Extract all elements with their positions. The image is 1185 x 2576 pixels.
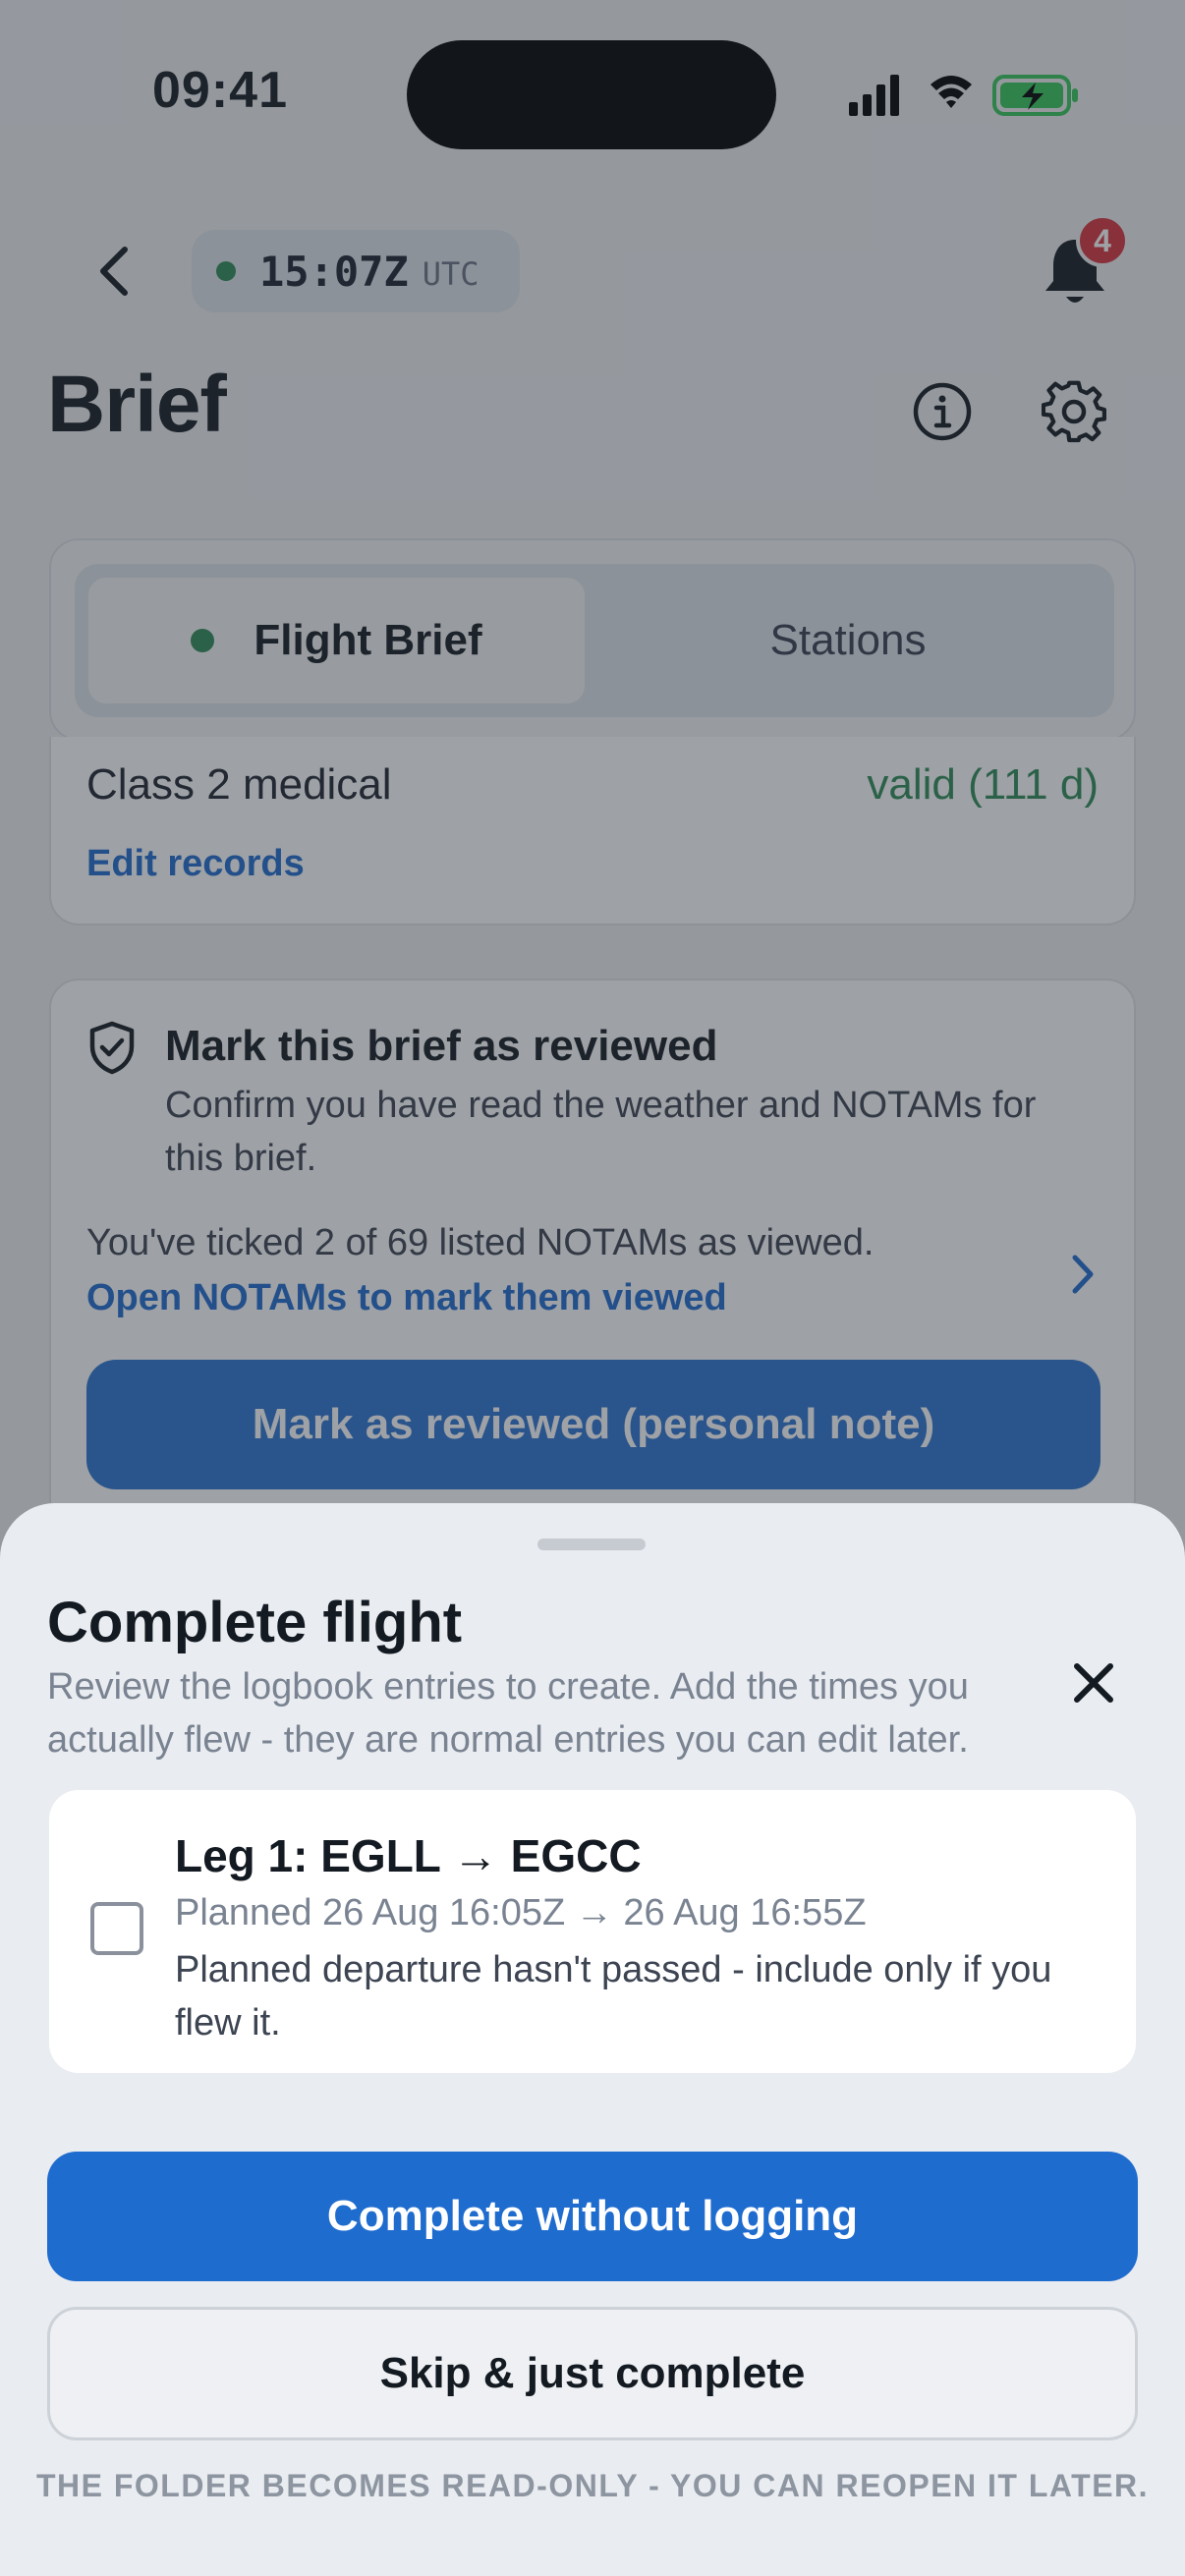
leg-checkbox[interactable] <box>90 1902 143 1955</box>
sheet-title: Complete flight <box>47 1591 463 1654</box>
screen: 09:41 15:07Z UTC 4 Brief Flight Brief St… <box>0 0 1185 2576</box>
leg-planned-times: Planned 26 Aug 16:05Z → 26 Aug 16:55Z <box>175 1892 867 1933</box>
complete-without-logging-button[interactable]: Complete without logging <box>47 2152 1138 2281</box>
leg-item[interactable]: Leg 1: EGLL → EGCC Planned 26 Aug 16:05Z… <box>49 1790 1136 2073</box>
skip-and-complete-button[interactable]: Skip & just complete <box>47 2307 1138 2440</box>
close-icon[interactable] <box>1061 1651 1126 1715</box>
sheet-footnote: THE FOLDER BECOMES READ-ONLY - YOU CAN R… <box>35 2468 1150 2503</box>
leg-title: Leg 1: EGLL → EGCC <box>175 1830 642 1881</box>
sheet-grabber[interactable] <box>537 1539 646 1550</box>
complete-flight-sheet: Complete flight Review the logbook entri… <box>0 1503 1185 2576</box>
sheet-description: Review the logbook entries to create. Ad… <box>47 1666 969 1761</box>
leg-note: Planned departure hasn't passed - includ… <box>175 1949 1052 2044</box>
